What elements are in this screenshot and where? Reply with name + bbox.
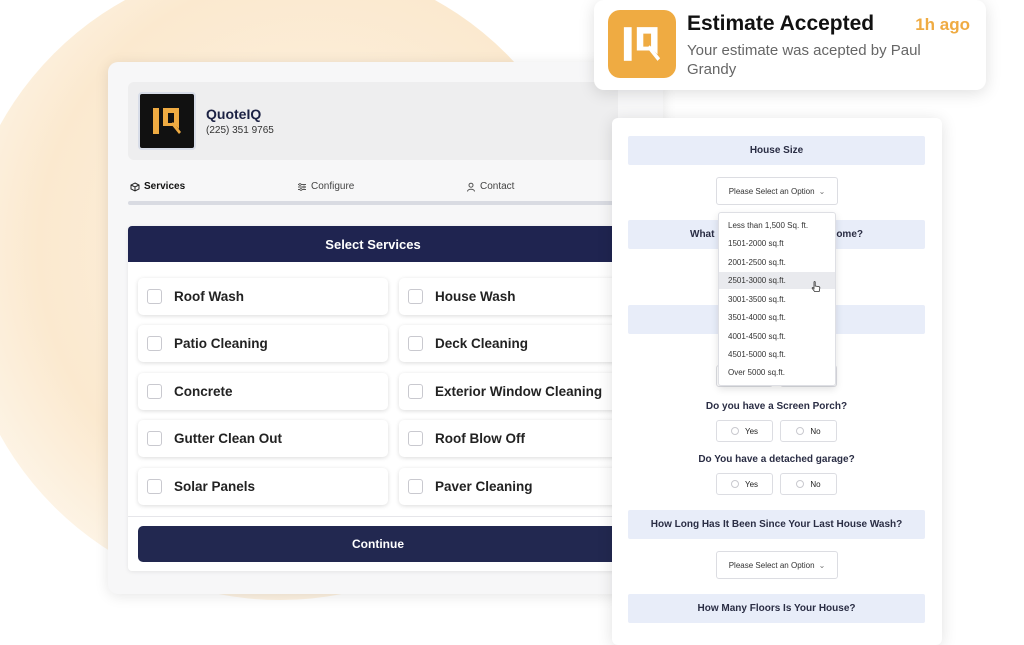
tab-services-label: Services <box>144 181 186 192</box>
garage-question: Do You have a detached garage? <box>698 454 855 465</box>
tab-configure[interactable]: Configure <box>297 181 354 192</box>
checkbox[interactable] <box>147 431 162 446</box>
floors-question: How Many Floors Is Your House? <box>628 594 925 623</box>
cube-icon <box>130 181 140 192</box>
house-size-label: House Size <box>628 136 925 165</box>
configure-card: House Size Please Select an Option ⌄ Wha… <box>612 118 942 645</box>
notification-body: Your estimate was acepted by Paul Grandy <box>687 42 921 78</box>
service-solar-panels[interactable]: Solar Panels <box>138 468 388 505</box>
services-card: QuoteIQ (225) 351 9765 Services Configur… <box>108 62 663 594</box>
service-label: Exterior Window Cleaning <box>435 384 603 399</box>
select-placeholder: Please Select an Option <box>728 186 815 196</box>
dropdown-option[interactable]: 3001-3500 sq.ft. <box>719 291 835 308</box>
service-label: Solar Panels <box>174 479 256 494</box>
dropdown-option[interactable]: 1501-2000 sq.ft <box>719 235 835 252</box>
select-services-title: Select Services <box>128 226 618 262</box>
partial-question-left: What <box>690 229 715 240</box>
dropdown-option[interactable]: 4501-5000 sq.ft. <box>719 346 835 363</box>
checkbox[interactable] <box>408 479 423 494</box>
garage-no[interactable]: No <box>780 473 837 495</box>
service-exterior-window-cleaning[interactable]: Exterior Window Cleaning <box>399 373 618 410</box>
step-progress-bar <box>128 201 618 205</box>
chevron-down-icon: ⌄ <box>818 560 826 570</box>
no-label: No <box>810 426 821 436</box>
continue-button[interactable]: Continue <box>138 526 618 562</box>
quoteiq-logo <box>138 92 196 150</box>
radio[interactable] <box>796 427 805 435</box>
select-placeholder: Please Select an Option <box>728 560 815 570</box>
checkbox[interactable] <box>147 479 162 494</box>
checkbox[interactable] <box>147 384 162 399</box>
service-label: Paver Cleaning <box>435 479 533 494</box>
last-wash-question: How Long Has It Been Since Your Last Hou… <box>628 510 925 539</box>
service-roof-blow-off[interactable]: Roof Blow Off <box>399 420 618 457</box>
service-label: Concrete <box>174 384 233 399</box>
sliders-icon <box>298 182 306 191</box>
screen-porch-no[interactable]: No <box>780 420 837 442</box>
yes-label: Yes <box>744 479 759 489</box>
screen-porch-question: Do you have a Screen Porch? <box>705 401 848 412</box>
dropdown-option-label: 2501-3000 sq.ft. <box>728 276 786 285</box>
service-label: Roof Blow Off <box>435 431 525 446</box>
screen-porch-yes[interactable]: Yes <box>716 420 773 442</box>
service-roof-wash[interactable]: Roof Wash <box>138 278 388 315</box>
brand-phone: (225) 351 9765 <box>206 125 274 136</box>
quoteiq-logo-icon <box>623 27 661 61</box>
service-label: Patio Cleaning <box>174 336 268 351</box>
service-concrete[interactable]: Concrete <box>138 373 388 410</box>
select-services-panel: Select Services Roof Wash House Wash Pat… <box>128 226 618 571</box>
checkbox[interactable] <box>408 289 423 304</box>
house-size-select[interactable]: Please Select an Option ⌄ <box>716 177 838 205</box>
estimate-accepted-notification[interactable]: Estimate Accepted 1h ago Your estimate w… <box>594 0 986 90</box>
quoteiq-app-icon <box>608 10 676 78</box>
checkbox[interactable] <box>147 336 162 351</box>
tab-contact-label: Contact <box>480 181 515 192</box>
service-label: Deck Cleaning <box>435 336 529 351</box>
user-icon <box>467 182 475 192</box>
no-label: No <box>810 479 821 489</box>
step-nav: Services Configure Contact <box>130 181 610 195</box>
hand-cursor-icon <box>811 281 821 292</box>
radio[interactable] <box>796 480 805 488</box>
dropdown-option[interactable]: 3501-4000 sq.ft. <box>719 309 835 326</box>
tab-contact[interactable]: Contact <box>466 181 514 192</box>
checkbox[interactable] <box>408 431 423 446</box>
radio[interactable] <box>730 480 739 488</box>
last-wash-select[interactable]: Please Select an Option ⌄ <box>716 551 838 579</box>
yes-label: Yes <box>744 426 759 436</box>
service-deck-cleaning[interactable]: Deck Cleaning <box>399 325 618 362</box>
tab-services[interactable]: Services <box>130 181 185 192</box>
service-gutter-clean-out[interactable]: Gutter Clean Out <box>138 420 388 457</box>
notification-time: 1h ago <box>915 15 970 34</box>
checkbox[interactable] <box>408 336 423 351</box>
service-house-wash[interactable]: House Wash <box>399 278 618 315</box>
service-label: House Wash <box>435 289 516 304</box>
garage-yes[interactable]: Yes <box>716 473 773 495</box>
dropdown-option[interactable]: Less than 1,500 Sq. ft. <box>719 217 835 234</box>
chevron-down-icon: ⌄ <box>818 186 826 196</box>
dropdown-option[interactable]: 2001-2500 sq.ft. <box>719 254 835 271</box>
tab-configure-label: Configure <box>311 181 355 192</box>
service-patio-cleaning[interactable]: Patio Cleaning <box>138 325 388 362</box>
checkbox[interactable] <box>408 384 423 399</box>
brand-header: QuoteIQ (225) 351 9765 <box>128 82 618 160</box>
brand-name: QuoteIQ <box>206 106 262 122</box>
quoteiq-logo-icon <box>153 108 181 134</box>
service-label: Roof Wash <box>174 289 244 304</box>
service-label: Gutter Clean Out <box>174 431 283 446</box>
service-paver-cleaning[interactable]: Paver Cleaning <box>399 468 618 505</box>
dropdown-option[interactable]: 4001-4500 sq.ft. <box>719 328 835 345</box>
radio[interactable] <box>730 427 739 435</box>
notification-title: Estimate Accepted <box>687 12 875 35</box>
dropdown-option[interactable]: Over 5000 sq.ft. <box>719 364 835 381</box>
checkbox[interactable] <box>147 289 162 304</box>
house-size-dropdown: Less than 1,500 Sq. ft. 1501-2000 sq.ft … <box>718 212 836 386</box>
partial-question-right: ome? <box>836 229 863 240</box>
divider <box>128 516 618 517</box>
